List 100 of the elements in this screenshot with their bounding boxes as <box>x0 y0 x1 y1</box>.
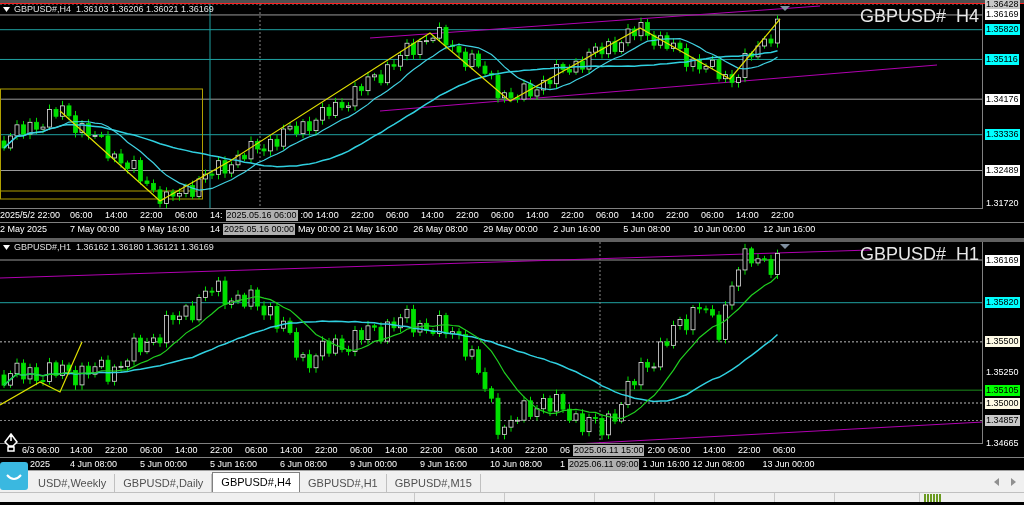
time-label: 14 <box>210 223 221 235</box>
time-label: 10 Jun 00:00 <box>693 223 747 235</box>
chart-symbol-title: GBPUSD# H4 <box>859 7 979 25</box>
time-label: 14:00 <box>70 445 94 457</box>
time-label: 06:00 <box>175 210 199 221</box>
time-label: 14:00 <box>105 210 129 221</box>
chart-symbol-title: GBPUSD# H1 <box>859 245 979 263</box>
time-label: 2025/5/2 22:00 <box>0 210 62 221</box>
price-label: 1.34176 <box>985 93 1020 105</box>
time-label: 10 Jun 08:00 <box>490 458 544 470</box>
time-label: 06:00 <box>667 445 692 457</box>
time-label: 22:00 <box>210 445 234 457</box>
price-label: 1.32489 <box>985 165 1020 176</box>
collapse-triangle-icon[interactable] <box>3 7 10 12</box>
time-label: 22:00 <box>105 445 129 457</box>
time-label: 22:00 <box>525 445 549 457</box>
price-label: 1.31720 <box>985 197 1020 209</box>
time-label: 22:00 <box>561 210 585 221</box>
time-label: 06:00 <box>596 210 620 221</box>
time-label: 2 May 2025 <box>0 223 49 235</box>
smile-app-icon[interactable] <box>0 462 28 490</box>
time-label: 14:00 <box>490 445 514 457</box>
time-label: 13 Jun 00:00 <box>762 458 816 470</box>
time-label: 6/3 06:00 <box>21 445 61 457</box>
time-label: 06:00 <box>140 445 164 457</box>
time-label: 06:00 <box>455 445 479 457</box>
price-label: 1.35116 <box>985 53 1019 65</box>
time-label: 5 Jun 08:00 <box>623 223 672 235</box>
time-label: May 00:00 <box>298 223 342 235</box>
time-label: 2 Jun 16:00 <box>553 223 602 235</box>
price-label: 1.36169 <box>985 9 1020 21</box>
collapse-triangle-icon[interactable] <box>3 245 10 250</box>
scroll-right-icon[interactable] <box>1011 477 1016 486</box>
time-label: 1 Jun 16:00 <box>642 458 691 470</box>
time-label: 06:00 <box>491 210 515 221</box>
time-label: 14:00 <box>421 210 445 221</box>
time-label: 2025 <box>29 458 52 470</box>
time-label: 14:00 <box>175 445 199 457</box>
time-label: 22:00 <box>315 445 339 457</box>
price-label: 1.34857 <box>985 415 1020 426</box>
time-label: :00 <box>300 210 315 221</box>
time-label: 22:00 <box>420 445 444 457</box>
time-label: 14:00 <box>631 210 655 221</box>
price-label: 1.34665 <box>985 438 1020 450</box>
time-label: 12 Jun 08:00 <box>692 458 746 470</box>
crosshair-time-label: 2025.05.16 06:00 <box>225 210 298 221</box>
time-label: 2:00 <box>647 445 666 457</box>
time-label: 22:00 <box>351 210 375 221</box>
price-label: 1.35000 <box>985 397 1020 409</box>
chart-header: GBPUSD#,H1 1.36162 1.36180 1.36121 1.36169 <box>14 243 214 252</box>
price-label: 1.36169 <box>985 254 1020 266</box>
chart-tab[interactable]: GBPUSD#,H4 <box>212 472 301 492</box>
shift-marker-icon <box>780 244 790 249</box>
time-label: 9 May 16:00 <box>140 223 191 235</box>
price-label: 1.36428 <box>985 0 1020 10</box>
time-label: 14:00 <box>316 210 340 221</box>
time-label: 14:00 <box>526 210 550 221</box>
time-label: 14:00 <box>280 445 304 457</box>
scroll-left-icon[interactable] <box>994 477 999 486</box>
pen-nib-icon <box>3 433 19 452</box>
time-label: 22:00 <box>666 210 690 221</box>
time-label: 06:00 <box>350 445 374 457</box>
time-label: 14:00 <box>736 210 760 221</box>
time-label: 22:00 <box>737 445 762 457</box>
time-label: 5 Jun 16:00 <box>210 458 259 470</box>
time-label: 22:00 <box>456 210 480 221</box>
crosshair-time-label: 2025.06.11 09:00 <box>568 458 640 470</box>
time-label: 06:00 <box>772 445 797 457</box>
time-label: 06:00 <box>701 210 725 221</box>
price-label: 1.35820 <box>985 297 1020 309</box>
time-label: 26 May 08:00 <box>413 223 469 235</box>
time-label: 12 Jun 16:00 <box>763 223 817 235</box>
price-label: 1.35500 <box>985 336 1020 348</box>
connection-bars-icon <box>924 494 942 502</box>
time-label: 29 May 00:00 <box>483 223 539 235</box>
time-label: 1 <box>560 458 566 470</box>
price-label: 1.35820 <box>985 24 1020 36</box>
time-label: 9 Jun 16:00 <box>420 458 469 470</box>
price-label: 1.33336 <box>985 129 1020 141</box>
crosshair-time-label: 2025.06.11 15:00 <box>573 445 645 457</box>
time-label: 06:00 <box>245 445 269 457</box>
time-label: 14:00 <box>702 445 727 457</box>
time-label: 06:00 <box>70 210 94 221</box>
time-label: 4 Jun 08:00 <box>70 458 119 470</box>
crosshair-time-label: 2025.05.16 00:00 <box>223 223 296 235</box>
price-label: 1.35105 <box>985 384 1020 396</box>
time-label: 22:00 <box>771 210 795 221</box>
time-label: 22:00 <box>140 210 164 221</box>
time-label: 9 Jun 00:00 <box>350 458 399 470</box>
time-label: 6 Jun 08:00 <box>280 458 329 470</box>
time-label: 14: <box>210 210 224 221</box>
time-label: 14:00 <box>385 445 409 457</box>
chart-header: GBPUSD#,H4 1.36103 1.36206 1.36021 1.36169 <box>14 5 214 14</box>
time-label: 06:00 <box>386 210 410 221</box>
time-label: 06 <box>560 445 571 457</box>
time-label: 5 Jun 00:00 <box>140 458 189 470</box>
time-label: 21 May 16:00 <box>343 223 399 235</box>
time-label: 7 May 00:00 <box>70 223 121 235</box>
shift-marker-icon <box>780 6 790 11</box>
price-label: 1.35250 <box>985 366 1020 378</box>
